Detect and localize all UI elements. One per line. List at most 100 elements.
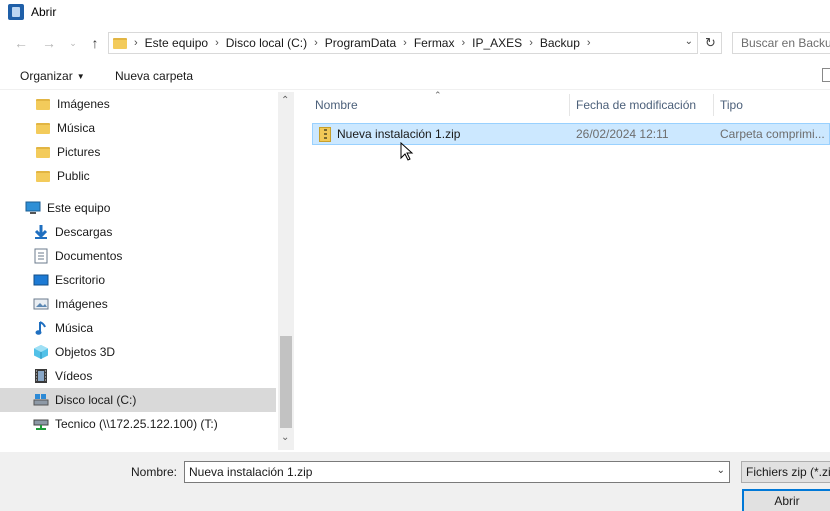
sidebar-item-label: Este equipo bbox=[47, 201, 111, 215]
filename-input[interactable]: Nueva instalación 1.zip ⌄ bbox=[184, 461, 730, 483]
breadcrumb-separator: › bbox=[314, 37, 318, 49]
folder-icon bbox=[113, 37, 127, 49]
breadcrumb-disco-local[interactable]: Disco local (C:) bbox=[226, 36, 307, 50]
scroll-down-icon[interactable]: ⌄ bbox=[281, 432, 289, 443]
sidebar-item-descargas[interactable]: Descargas bbox=[0, 220, 276, 244]
breadcrumb-separator: › bbox=[215, 37, 219, 49]
scroll-up-icon[interactable]: ⌃ bbox=[281, 95, 289, 106]
folder-icon bbox=[35, 96, 51, 112]
address-row: ← → ⌄ ↑ › Este equipo › Disco local (C:)… bbox=[0, 28, 830, 58]
download-icon bbox=[33, 224, 49, 240]
local-disk-icon bbox=[33, 392, 49, 408]
sidebar-item-label: Música bbox=[55, 321, 94, 335]
breadcrumb-programdata[interactable]: ProgramData bbox=[325, 36, 396, 50]
search-placeholder: Buscar en Backup bbox=[741, 36, 830, 50]
title-bar: Abrir bbox=[0, 0, 830, 24]
chevron-down-icon[interactable]: ⌄ bbox=[717, 465, 725, 476]
breadcrumb-separator: › bbox=[461, 37, 466, 49]
breadcrumb-separator: › bbox=[134, 37, 138, 49]
pictures-icon bbox=[33, 296, 49, 312]
sidebar-item-documentos[interactable]: Documentos bbox=[0, 244, 276, 268]
refresh-icon[interactable]: ↻ bbox=[700, 32, 722, 54]
column-header-modified[interactable]: Fecha de modificación bbox=[576, 92, 696, 117]
arrow-left-icon[interactable]: ← bbox=[12, 35, 30, 51]
desktop-icon bbox=[33, 272, 49, 288]
breadcrumb-separator: › bbox=[586, 37, 591, 49]
folder-icon bbox=[35, 120, 51, 136]
documents-icon bbox=[33, 248, 49, 264]
file-type: Carpeta comprimi... bbox=[720, 127, 825, 141]
breadcrumb-este-equipo[interactable]: Este equipo bbox=[145, 36, 208, 50]
breadcrumb-fermax[interactable]: Fermax bbox=[414, 36, 455, 50]
sidebar-item-videos[interactable]: Vídeos bbox=[0, 364, 276, 388]
navigation-scrollbar[interactable]: ⌃ ⌄ bbox=[278, 92, 294, 450]
sidebar-item-label: Vídeos bbox=[55, 369, 93, 383]
sidebar-item-este-equipo[interactable]: Este equipo bbox=[0, 196, 276, 220]
scrollbar-thumb[interactable] bbox=[280, 336, 292, 428]
sidebar-item-tecnico-drive[interactable]: Tecnico (\\172.25.122.100) (T:) bbox=[0, 412, 276, 436]
zip-folder-icon bbox=[319, 127, 331, 142]
sidebar-item-label: Pictures bbox=[57, 145, 101, 159]
footer-panel: Nombre: Nueva instalación 1.zip ⌄ Fichie… bbox=[0, 452, 830, 511]
file-modified: 26/02/2024 12:11 bbox=[576, 127, 669, 141]
sidebar-item-pictures[interactable]: Pictures bbox=[0, 140, 276, 164]
sidebar-item-label: Disco local (C:) bbox=[55, 393, 137, 407]
arrow-up-icon[interactable]: ↑ bbox=[86, 35, 104, 51]
file-row[interactable]: Nueva instalación 1.zip 26/02/2024 12:11… bbox=[312, 123, 830, 145]
sidebar-item-musica[interactable]: Música bbox=[0, 316, 276, 340]
computer-icon bbox=[25, 200, 41, 216]
sidebar-item-label: Documentos bbox=[55, 249, 123, 263]
breadcrumb-separator: › bbox=[403, 37, 407, 49]
address-bar[interactable]: › Este equipo › Disco local (C:) › Progr… bbox=[108, 32, 698, 54]
address-dropdown-icon[interactable]: ⌄ bbox=[685, 36, 693, 47]
column-header-name[interactable]: Nombre bbox=[315, 92, 358, 117]
sidebar-item-label: Escritorio bbox=[55, 273, 106, 287]
arrow-right-icon[interactable]: → bbox=[40, 35, 58, 51]
music-icon bbox=[33, 320, 49, 336]
organize-label: Organizar bbox=[20, 69, 73, 83]
column-divider[interactable] bbox=[713, 94, 714, 116]
search-input[interactable]: Buscar en Backup bbox=[732, 32, 830, 54]
folder-icon bbox=[35, 168, 51, 184]
sidebar-item-label: Public bbox=[57, 169, 90, 183]
window-title: Abrir bbox=[31, 5, 57, 19]
column-divider[interactable] bbox=[569, 94, 570, 116]
open-button[interactable]: Abrir bbox=[742, 489, 830, 511]
sidebar-item-label: Tecnico (\\172.25.122.100) (T:) bbox=[55, 417, 218, 431]
sidebar-item-escritorio[interactable]: Escritorio bbox=[0, 268, 276, 292]
file-type-filter[interactable]: Fichiers zip (*.zip) bbox=[741, 461, 830, 483]
sidebar-item-label: Descargas bbox=[55, 225, 113, 239]
breadcrumb-ip-axes[interactable]: IP_AXES bbox=[472, 36, 522, 50]
file-list: ⌃ Nombre Fecha de modificación Tipo Nuev… bbox=[296, 90, 830, 450]
network-drive-icon bbox=[33, 416, 49, 432]
sort-ascending-icon: ⌃ bbox=[434, 90, 442, 100]
filename-label: Nombre: bbox=[131, 465, 178, 479]
file-name: Nueva instalación 1.zip bbox=[337, 127, 461, 141]
caret-down-icon: ▼ bbox=[76, 72, 85, 81]
sidebar-item-label: Imágenes bbox=[57, 97, 110, 111]
view-options-icon[interactable] bbox=[822, 68, 830, 82]
sidebar-item-imagenes[interactable]: Imágenes bbox=[0, 292, 276, 316]
sidebar-item-public[interactable]: Public bbox=[0, 164, 276, 188]
filter-value: Fichiers zip (*.zip) bbox=[746, 465, 830, 479]
sidebar-item-musica-folder[interactable]: Música bbox=[0, 116, 276, 140]
sidebar-item-disco-local[interactable]: Disco local (C:) bbox=[0, 388, 276, 412]
sidebar-item-label: Imágenes bbox=[55, 297, 108, 311]
mouse-cursor-icon bbox=[400, 142, 414, 161]
app-dialog-icon bbox=[8, 4, 24, 20]
column-header-type[interactable]: Tipo bbox=[720, 92, 743, 117]
command-bar: Organizar ▼ Nueva carpeta bbox=[0, 62, 830, 90]
breadcrumb-separator: › bbox=[529, 37, 533, 49]
sidebar-item-label: Objetos 3D bbox=[55, 345, 116, 359]
organize-button[interactable]: Organizar ▼ bbox=[20, 69, 85, 83]
sidebar-item-imagenes-folder[interactable]: Imágenes bbox=[0, 92, 276, 116]
new-folder-button[interactable]: Nueva carpeta bbox=[115, 69, 193, 83]
breadcrumb-backup[interactable]: Backup bbox=[540, 36, 580, 50]
chevron-down-icon[interactable]: ⌄ bbox=[64, 35, 82, 51]
videos-icon bbox=[33, 368, 49, 384]
navigation-pane: Imágenes Música Pictures Public Este equ… bbox=[0, 92, 278, 450]
sidebar-item-label: Música bbox=[57, 121, 96, 135]
sidebar-item-objetos-3d[interactable]: Objetos 3D bbox=[0, 340, 276, 364]
folder-icon bbox=[35, 144, 51, 160]
objects-3d-icon bbox=[33, 344, 49, 360]
